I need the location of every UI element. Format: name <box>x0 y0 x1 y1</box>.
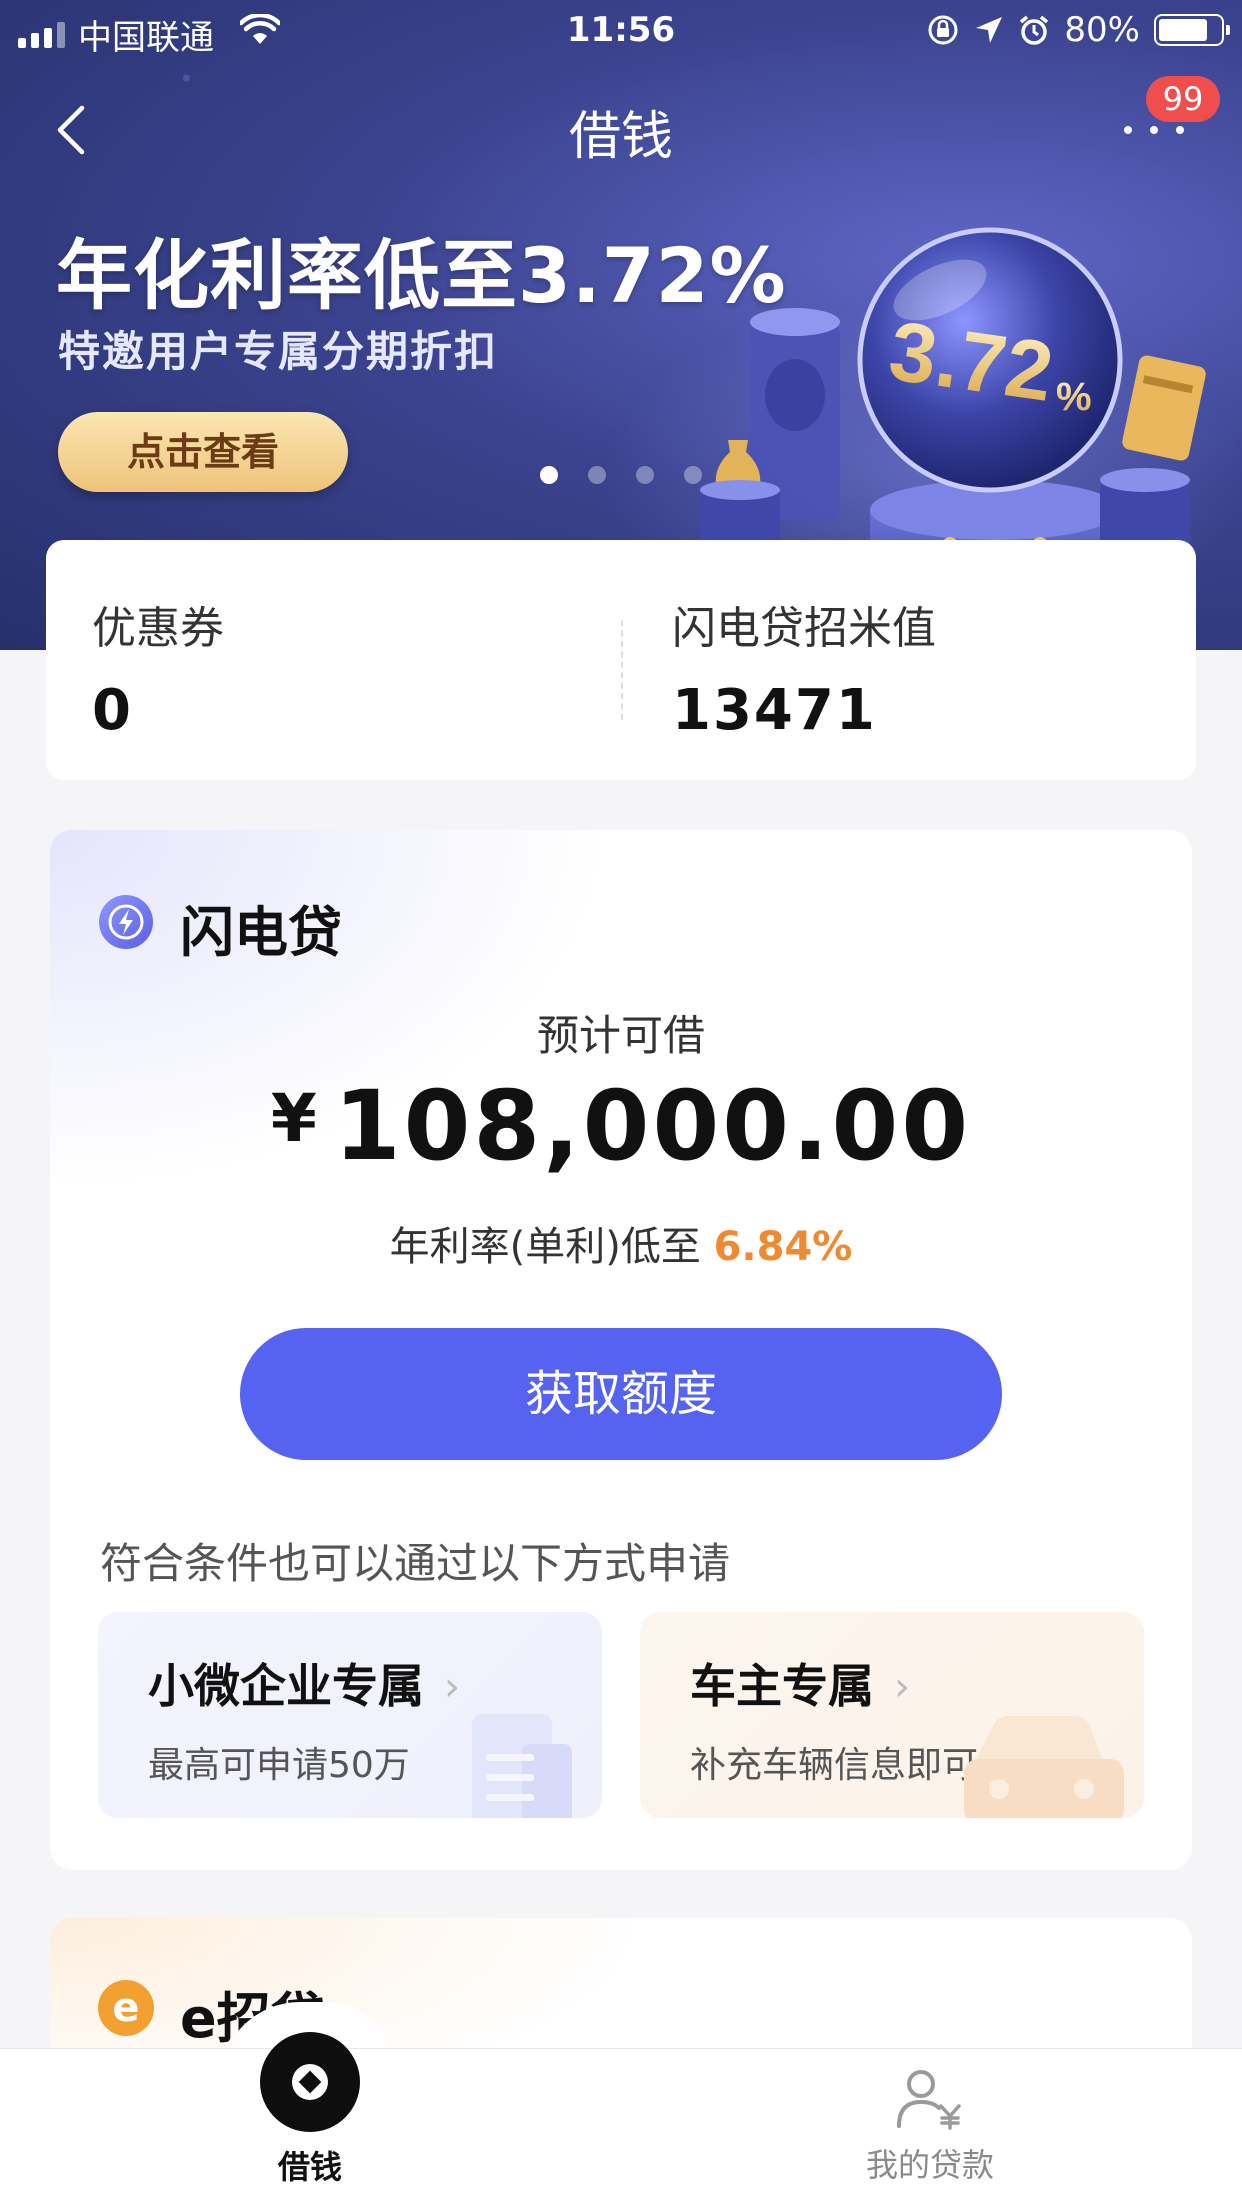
status-bar: 中国联通 11:56 80% <box>0 0 1242 62</box>
tab-borrow[interactable]: 借钱 <box>250 2032 370 2188</box>
coupon-value: 0 <box>92 678 133 743</box>
carousel-indicator <box>540 466 702 484</box>
loan-amount: ¥108,000.00 <box>50 1070 1192 1182</box>
score-value: 13471 <box>672 678 877 743</box>
carousel-dot <box>636 466 654 484</box>
rate-prefix: 年利率(单利)低至 <box>389 1224 701 1270</box>
user-yuan-icon <box>897 2070 961 2130</box>
score-label: 闪电贷招米值 <box>672 603 936 654</box>
carousel-dot-active <box>540 466 558 484</box>
tab-my-loans[interactable]: 我的贷款 <box>840 2068 1020 2186</box>
coupon-stat[interactable]: 优惠券 0 <box>92 592 224 743</box>
orientation-lock-icon <box>928 15 958 45</box>
product-card: 闪电贷 预计可借 ¥108,000.00 年利率(单利)低至 6.84% 获取额… <box>50 830 1192 1870</box>
location-arrow-icon <box>976 17 1003 43</box>
battery-icon <box>1154 14 1230 46</box>
tab-label: 我的贷款 <box>865 2146 994 2184</box>
stats-card: 优惠券 0 闪电贷招米值 13471 <box>46 540 1196 780</box>
tab-bar <box>0 2048 1242 2208</box>
option-title: 车主专属 <box>690 1659 874 1713</box>
estimate-label: 预计可借 <box>536 1011 705 1060</box>
rate-value: 6.84% <box>713 1224 853 1270</box>
lightning-icon <box>99 895 153 949</box>
option-title: 小微企业专属 <box>148 1659 424 1713</box>
banner-subtitle: 特邀用户专属分期折扣 <box>58 327 499 376</box>
currency-symbol: ¥ <box>270 1080 320 1157</box>
page-title: 借钱 <box>568 107 673 167</box>
borrow-tab-icon <box>260 2032 360 2132</box>
score-stat[interactable]: 闪电贷招米值 13471 <box>672 592 936 743</box>
stats-divider <box>621 620 623 720</box>
carousel-dot <box>588 466 606 484</box>
coupon-label: 优惠券 <box>92 603 224 654</box>
small-business-option[interactable]: 小微企业专属 › 最高可申请50万 <box>98 1612 602 1818</box>
car-owner-option[interactable]: 车主专属 › 补充车辆信息即可申请 <box>640 1612 1144 1818</box>
eloan-icon: e <box>98 1980 154 2036</box>
option-subtitle: 最高可申请50万 <box>148 1745 410 1786</box>
document-icon <box>472 1714 572 1818</box>
tab-label: 借钱 <box>277 2148 342 2186</box>
rate-line: 年利率(单利)低至 6.84% <box>50 1214 1192 1272</box>
chevron-right-icon: › <box>894 1664 910 1710</box>
get-credit-button[interactable]: 获取额度 <box>240 1328 1002 1460</box>
amount-value: 108,000.00 <box>333 1070 972 1182</box>
alarm-icon <box>1020 15 1049 45</box>
product-name: 闪电贷 <box>180 901 342 964</box>
alternative-apply-title: 符合条件也可以通过以下方式申请 <box>100 1539 731 1588</box>
orb-percent-text: % <box>1056 375 1092 419</box>
car-icon <box>964 1716 1124 1818</box>
banner-headline[interactable]: 年化利率低至3.72% <box>56 214 787 324</box>
banner-view-button[interactable]: 点击查看 <box>58 412 348 492</box>
battery-percent: 80% <box>1064 10 1140 50</box>
notification-badge: 99 <box>1146 76 1220 122</box>
